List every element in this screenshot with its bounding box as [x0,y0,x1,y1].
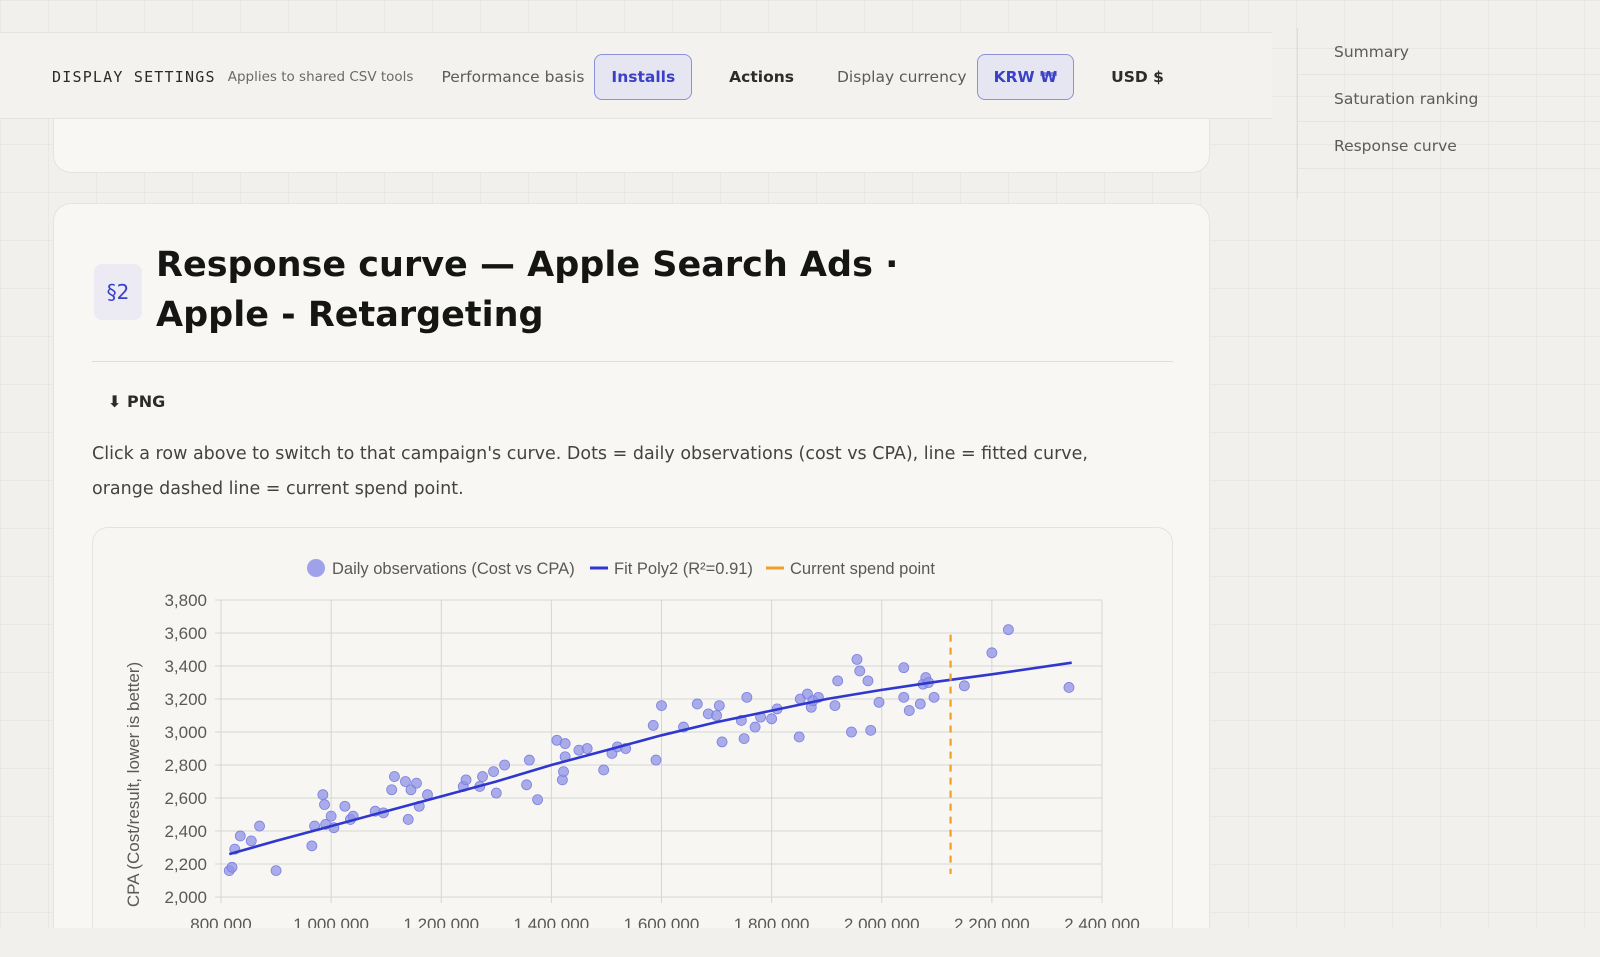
observation-point [319,799,330,811]
currency-usd-button[interactable]: USD $ [1094,54,1181,100]
section-divider [92,361,1173,362]
observation-point [581,743,593,754]
observation-point [865,724,877,736]
observation-point [793,731,805,743]
observation-point [851,653,863,665]
observation-point [829,700,841,712]
display-settings-subtitle: Applies to shared CSV tools [227,68,414,85]
observation-point [903,705,915,716]
observation-point [558,766,569,778]
currency-krw-button[interactable]: KRW ₩ [976,53,1075,100]
observation-point [386,784,398,796]
y-tick-label: 3,800 [164,591,207,610]
observation-point [523,754,535,766]
observation-point [1063,682,1075,693]
y-axis-label: CPA (Cost/result, lower is better) [124,662,143,907]
observation-point [226,861,238,873]
observation-point [317,789,329,801]
observation-point [488,766,499,778]
observation-point [389,771,400,782]
viewport-bottom-strip [0,928,1600,957]
display-settings-row: DISPLAY SETTINGS Applies to shared CSV t… [52,33,1201,120]
display-settings-bar: DISPLAY SETTINGS Applies to shared CSV t… [0,32,1272,119]
y-tick-label: 2,800 [164,756,207,775]
y-tick-label: 2,400 [164,822,207,841]
observation-point [490,787,502,799]
legend-current-label: Current spend point [790,560,935,578]
chart-svg: 2,000 2,200 2,400 2,600 2,800 3,000 3,200 3,400… [124,559,1140,934]
observation-point [898,662,910,674]
observation-point [958,680,970,692]
observation-point [499,759,510,771]
observation-point [928,691,940,703]
y-tick-label: 3,400 [164,657,207,676]
observation-point [716,736,728,748]
chart-description: Click a row above to switch to that camp… [92,444,1088,499]
observation-point [873,696,885,708]
observation-point [650,754,662,766]
observation-point [766,713,778,725]
observation-point [306,840,318,852]
fit-curve-line [228,661,1072,856]
section-title: Response curve — Apple Search Ads · Appl… [156,245,899,335]
observation-point [691,698,703,710]
observation-point [647,719,659,731]
nav-item-response-curve[interactable]: Response curve [1298,122,1600,169]
observation-point [738,733,750,745]
observation-point [749,721,761,733]
y-tick-label: 3,600 [164,624,207,643]
observation-point [986,647,998,659]
y-tick-label: 2,000 [164,888,207,907]
observation-point [741,691,753,703]
observation-point [711,710,722,721]
observation-point [846,726,857,738]
observation-point [477,771,488,782]
response-curve-chart: 2,000 2,200 2,400 2,600 2,800 3,000 3,200 3,400… [92,527,1173,957]
observation-point [325,810,337,822]
observation-point [532,794,544,806]
performance-basis-label: Performance basis [441,67,585,86]
legend-fit-label: Fit Poly2 (R²=0.91) [614,560,753,578]
observation-point [339,800,351,812]
display-currency-label: Display currency [837,67,967,86]
nav-item-saturation-ranking[interactable]: Saturation ranking [1298,75,1600,122]
side-nav: Summary Saturation ranking Response curv… [1297,28,1600,198]
observation-point [914,698,926,710]
observation-point [898,691,910,703]
observation-point [598,764,610,776]
response-curve-card: §2 Response curve — Apple Search Ads · A… [53,203,1210,957]
display-settings-title: DISPLAY SETTINGS [52,67,216,86]
observation-point [245,835,257,847]
legend-observations-label: Daily observations (Cost vs CPA) [332,560,575,578]
y-tick-label: 3,000 [164,723,207,742]
section-number-badge: §2 [94,264,142,320]
observation-point [460,774,472,786]
download-png-button[interactable]: ⬇ PNG [108,392,165,411]
observation-point [559,738,571,749]
observation-point [270,865,282,877]
basis-actions-button[interactable]: Actions [712,54,811,100]
observation-point [832,675,844,687]
observation-point [411,777,422,789]
basis-installs-button[interactable]: Installs [594,53,693,100]
y-tick-label: 2,200 [164,855,207,874]
observation-point [254,820,265,832]
observation-point [862,675,874,687]
observation-point [713,700,725,712]
nav-item-summary[interactable]: Summary [1298,28,1600,75]
observation-point [656,700,667,712]
legend-observations-marker [307,559,325,577]
observation-point [402,814,414,825]
observation-point [1002,624,1014,636]
y-tick-label: 2,600 [164,789,207,808]
observation-point [521,779,532,791]
y-tick-label: 3,200 [164,690,207,709]
observation-point [234,830,246,842]
observation-point [854,665,866,677]
